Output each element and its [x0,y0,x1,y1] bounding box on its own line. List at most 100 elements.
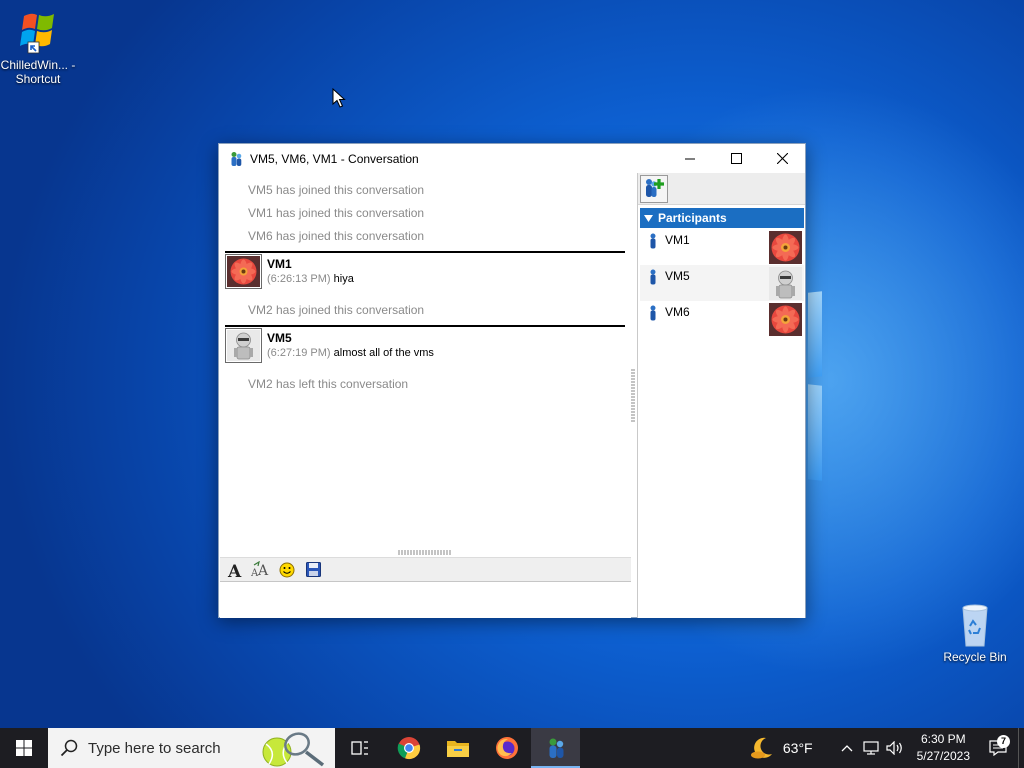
smiley-icon [279,562,295,577]
clock[interactable]: 6:30 PM 5/27/2023 [917,731,970,765]
chat-pane: VM5 has joined this conversation VM1 has… [220,173,631,618]
user-icon [650,269,656,285]
robot-avatar [225,328,262,363]
save-button[interactable] [302,560,324,580]
desktop-icon-chilledwin[interactable]: ChilledWin... - Shortcut [0,8,76,86]
messenger-taskbar-button[interactable] [531,728,580,768]
participant-name: VM6 [665,305,690,319]
chevron-up-icon [841,745,853,752]
title-bar[interactable]: VM5, VM6, VM1 - Conversation [219,144,805,173]
font-button[interactable]: A [224,560,246,580]
participant-name: VM1 [665,233,690,247]
taskbar-search[interactable]: Type here to search [48,728,335,768]
recycle-bin-icon [951,602,999,648]
message-text: almost all of the vms [333,347,434,359]
file-explorer-taskbar-button[interactable] [433,728,482,768]
chat-history[interactable]: VM5 has joined this conversation VM1 has… [220,173,631,549]
window-title: VM5, VM6, VM1 - Conversation [250,151,419,166]
flower-avatar [769,303,802,336]
show-desktop-button[interactable] [1018,728,1024,768]
messenger-icon [549,738,563,758]
close-button[interactable] [759,144,805,173]
message-line: (6:26:13 PM) hiya [267,273,354,285]
notification-center-button[interactable]: 7 [978,735,1018,756]
add-user-icon [646,179,664,197]
taskbar: Type here to search 63°F 6:30 PM 5/27/20… [0,728,1024,768]
search-icon [60,739,78,757]
system-tray: 63°F 6:30 PM 5/27/2023 7 [749,728,1024,768]
flower-avatar [225,254,262,289]
wallpaper-logo [780,260,1024,590]
system-message: VM6 has joined this conversation [248,229,425,243]
weather-temperature: 63°F [782,740,813,756]
close-icon [776,153,788,164]
file-explorer-icon [446,741,469,757]
font-size-button[interactable]: A A [250,560,272,580]
messenger-icon [231,151,242,166]
save-icon [305,562,321,577]
message-input[interactable] [220,583,631,618]
weather-widget[interactable]: 63°F [749,735,813,761]
participant-name: VM5 [665,269,690,283]
start-button[interactable] [0,728,48,768]
tennis-highlight-icon [262,732,325,767]
system-message: VM2 has joined this conversation [248,303,425,317]
windows-start-icon [16,740,32,756]
chat-message: VM1 (6:26:13 PM) hiya [225,251,625,293]
message-line: (6:27:19 PM) almost all of the vms [267,347,434,359]
triangle-down-icon [644,214,653,222]
participants-header[interactable]: Participants [640,208,804,228]
add-participant-button[interactable] [640,175,668,203]
chrome-taskbar-button[interactable] [384,728,433,768]
chat-message: VM5 (6:27:19 PM) almost all of the vms [225,325,625,367]
user-icon [650,305,656,321]
participant-item-vm6[interactable]: VM6 [640,301,804,337]
font-size-icon: A A [251,560,269,579]
network-icon [863,741,879,755]
vertical-splitter-handle[interactable] [631,369,635,424]
minimize-icon [685,158,695,159]
task-view-button[interactable] [335,728,384,768]
show-hidden-icons-button[interactable] [835,744,859,752]
maximize-icon [730,153,742,164]
participant-item-vm1[interactable]: VM1 [640,229,804,265]
network-button[interactable] [859,741,883,755]
emoticon-button[interactable] [276,560,298,580]
user-icon [650,233,656,249]
windows-flag-shortcut-icon [14,8,62,56]
font-icon: A [227,562,242,579]
search-placeholder: Type here to search [88,739,221,757]
message-time: (6:27:19 PM) [267,347,331,359]
chrome-icon [397,737,420,760]
message-sender: VM1 [267,257,292,271]
participants-pane: Participants VM1 VM5 VM6 [637,173,805,618]
message-sender: VM5 [267,331,292,345]
svg-text:A: A [227,562,242,579]
participant-item-vm5[interactable]: VM5 [640,265,804,301]
desktop-icon-recycle-bin[interactable]: Recycle Bin [937,602,1013,664]
notification-badge: 7 [997,735,1010,748]
firefox-icon [495,737,518,759]
robot-avatar [769,267,802,300]
participants-toolbar [638,173,805,205]
compose-toolbar: A A A [220,557,631,582]
system-message: VM1 has joined this conversation [248,206,425,220]
clock-date: 5/27/2023 [916,749,970,763]
firefox-taskbar-button[interactable] [482,728,531,768]
desktop-icon-label: ChilledWin... - Shortcut [0,58,76,86]
horizontal-splitter-handle[interactable] [398,550,452,555]
message-time: (6:26:13 PM) [267,273,331,285]
moon-cloud-icon [750,737,772,759]
message-text: hiya [333,273,354,285]
participants-header-label: Participants [658,211,727,225]
message-divider [225,325,625,327]
speaker-icon [886,741,902,755]
system-message: VM2 has left this conversation [248,377,409,391]
desktop-icon-label: Recycle Bin [943,650,1007,664]
system-message: VM5 has joined this conversation [248,183,425,197]
task-view-icon [350,741,368,755]
maximize-button[interactable] [713,144,759,173]
conversation-window: VM5, VM6, VM1 - Conversation VM5 has joi… [218,143,806,618]
volume-button[interactable] [883,741,907,755]
minimize-button[interactable] [667,144,713,173]
